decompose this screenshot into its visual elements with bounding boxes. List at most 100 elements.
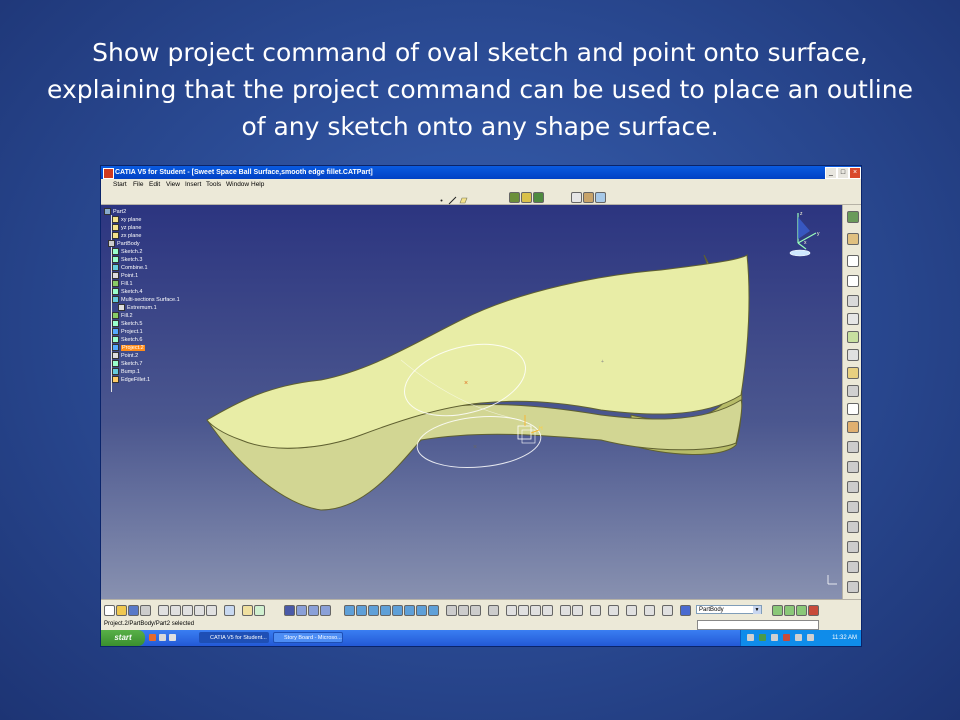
fit-all-icon[interactable] <box>296 605 307 616</box>
rotate-icon[interactable] <box>847 541 859 553</box>
tree-node[interactable]: Fill.1 <box>112 280 133 288</box>
translate-icon[interactable] <box>847 521 859 533</box>
normal-view-icon[interactable] <box>368 605 379 616</box>
browser-quicklaunch-icon[interactable] <box>149 634 156 641</box>
tree-node[interactable]: Sketch.7 <box>112 360 142 368</box>
redo-icon[interactable] <box>206 605 217 616</box>
command-input[interactable] <box>697 620 819 630</box>
whats-this-icon[interactable] <box>224 605 235 616</box>
task-story-board[interactable]: Story Board - Microso... <box>273 632 343 643</box>
axis-system-icon[interactable] <box>571 192 582 203</box>
symmetry-icon[interactable] <box>847 561 859 573</box>
new-file-icon[interactable] <box>104 605 115 616</box>
menu-start[interactable]: Start <box>113 179 127 190</box>
tree-node[interactable]: PartBody <box>108 240 140 248</box>
print-icon[interactable] <box>140 605 151 616</box>
define-in-work-object-icon[interactable] <box>680 605 691 616</box>
tree-node[interactable]: Extremum.1 <box>118 304 157 312</box>
workbench-icon[interactable] <box>847 211 859 223</box>
tray-icon[interactable] <box>759 634 766 641</box>
swap-visible-space-icon[interactable] <box>428 605 439 616</box>
tree-node[interactable]: Sketch.6 <box>112 336 142 344</box>
hide-show-icon[interactable] <box>416 605 427 616</box>
tree-node[interactable]: Fill.2 <box>112 312 133 320</box>
plane-system-icon[interactable] <box>644 605 655 616</box>
menu-tools[interactable]: Tools <box>206 179 221 190</box>
apply-material-icon[interactable] <box>488 605 499 616</box>
current-body-select[interactable]: PartBody ▼ <box>696 605 762 614</box>
compass-icon[interactable]: z y x <box>784 209 824 259</box>
point-creation-icon[interactable] <box>847 255 859 267</box>
sketch-tool-icon[interactable] <box>847 233 859 245</box>
maximize-button[interactable]: □ <box>837 167 849 179</box>
explorer-quicklaunch-icon[interactable] <box>169 634 176 641</box>
fill-tool-icon[interactable] <box>847 349 859 361</box>
desktop-quicklaunch-icon[interactable] <box>159 634 166 641</box>
start-button[interactable]: start <box>101 630 145 646</box>
join-icon[interactable] <box>847 403 859 415</box>
curvature-icon[interactable] <box>542 605 553 616</box>
chevron-down-icon[interactable]: ▼ <box>753 606 761 614</box>
tree-node[interactable]: yz plane <box>112 224 142 232</box>
save-icon[interactable] <box>128 605 139 616</box>
tree-node-selected[interactable]: Project.2 <box>112 344 145 352</box>
extrude-icon[interactable] <box>847 313 859 325</box>
menu-view[interactable]: View <box>166 179 180 190</box>
measure-icon[interactable] <box>458 605 469 616</box>
insert-geometrical-set-icon[interactable] <box>784 605 795 616</box>
paste-icon[interactable] <box>182 605 193 616</box>
tree-node[interactable]: Bump.1 <box>112 368 140 376</box>
exit-workbench-icon[interactable] <box>521 192 532 203</box>
trim-icon[interactable] <box>847 441 859 453</box>
zoom-in-icon[interactable] <box>344 605 355 616</box>
repeat-object-icon[interactable] <box>583 192 594 203</box>
tree-node[interactable]: xy plane <box>112 216 142 224</box>
task-catia[interactable]: CATIA V5 for Student... <box>199 632 269 643</box>
menu-window[interactable]: Window <box>226 179 249 190</box>
measure-inertia-icon[interactable] <box>470 605 481 616</box>
sweep-icon[interactable] <box>847 331 859 343</box>
zoom-out-icon[interactable] <box>356 605 367 616</box>
close-button[interactable]: × <box>849 167 861 179</box>
plane-tool-icon[interactable] <box>459 192 468 204</box>
sketcher-icon[interactable] <box>509 192 520 203</box>
tray-icon[interactable] <box>747 634 754 641</box>
plane-creation-icon[interactable] <box>847 295 859 307</box>
split-icon[interactable] <box>847 421 859 433</box>
analysis-icon[interactable] <box>518 605 529 616</box>
tree-node[interactable]: Project.1 <box>112 328 143 336</box>
distance-analysis-icon[interactable] <box>572 605 583 616</box>
cut-icon[interactable] <box>158 605 169 616</box>
tree-node[interactable]: EdgeFillet.1 <box>112 376 150 384</box>
update-icon[interactable] <box>533 192 544 203</box>
tree-node[interactable]: zx plane <box>112 232 142 240</box>
tree-node[interactable]: Part2 <box>104 208 126 216</box>
fillet-icon[interactable] <box>847 501 859 513</box>
draft-analysis-icon[interactable] <box>560 605 571 616</box>
formula-icon[interactable] <box>242 605 253 616</box>
working-support-icon[interactable] <box>590 605 601 616</box>
scaling-icon[interactable] <box>847 581 859 593</box>
snap-to-point-icon[interactable] <box>608 605 619 616</box>
loft-icon[interactable] <box>847 367 859 379</box>
undo-icon[interactable] <box>194 605 205 616</box>
line-tool-icon[interactable] <box>448 192 457 205</box>
pan-icon[interactable] <box>308 605 319 616</box>
minimize-button[interactable]: _ <box>825 167 837 179</box>
insert-body-icon[interactable] <box>772 605 783 616</box>
multi-view-icon[interactable] <box>380 605 391 616</box>
menu-edit[interactable]: Edit <box>149 179 160 190</box>
material-icon[interactable] <box>446 605 457 616</box>
stack-icon[interactable] <box>662 605 673 616</box>
menu-help[interactable]: Help <box>251 179 264 190</box>
point-tool-icon[interactable] <box>437 192 446 202</box>
menu-insert[interactable]: Insert <box>185 179 201 190</box>
menu-file[interactable]: File <box>133 179 143 190</box>
knowledge-icon[interactable] <box>254 605 265 616</box>
boundary-icon[interactable] <box>847 461 859 473</box>
window-titlebar[interactable]: CATIA V5 for Student - [Sweet Space Ball… <box>101 166 861 179</box>
tree-node[interactable]: Point.1 <box>112 272 138 280</box>
tree-node[interactable]: Multi-sections Surface.1 <box>112 296 180 304</box>
catalog-icon[interactable] <box>506 605 517 616</box>
connect-checker-icon[interactable] <box>530 605 541 616</box>
